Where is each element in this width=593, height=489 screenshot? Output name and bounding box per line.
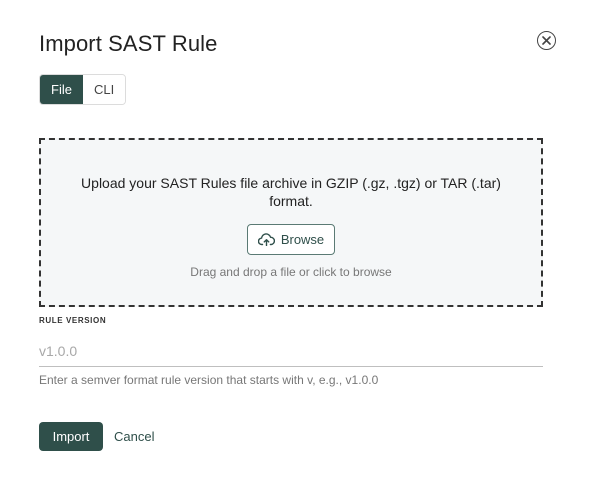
browse-button-label: Browse	[280, 232, 325, 247]
cloud-upload-icon	[257, 233, 275, 246]
browse-button[interactable]: Browse	[247, 224, 335, 255]
upload-mode-tabs: File CLI	[39, 74, 127, 105]
rule-version-helper: Enter a semver format rule version that …	[39, 373, 379, 387]
tab-file[interactable]: File	[40, 75, 83, 104]
rule-version-label: RULE VERSION	[39, 316, 107, 325]
cancel-button[interactable]: Cancel	[114, 422, 154, 451]
dialog-title: Import SAST Rule	[39, 31, 218, 56]
drag-drop-hint: Drag and drop a file or click to browse	[190, 265, 392, 279]
upload-instructions: Upload your SAST Rules file archive in G…	[81, 175, 501, 209]
rule-version-input[interactable]	[39, 336, 543, 367]
close-button[interactable]	[537, 31, 556, 50]
file-dropzone[interactable]: Upload your SAST Rules file archive in G…	[39, 138, 543, 307]
tab-cli[interactable]: CLI	[82, 75, 126, 104]
close-icon	[542, 36, 551, 45]
import-button[interactable]: Import	[39, 422, 103, 451]
import-sast-rule-dialog: Import SAST Rule File CLI Upload your SA…	[0, 0, 593, 489]
